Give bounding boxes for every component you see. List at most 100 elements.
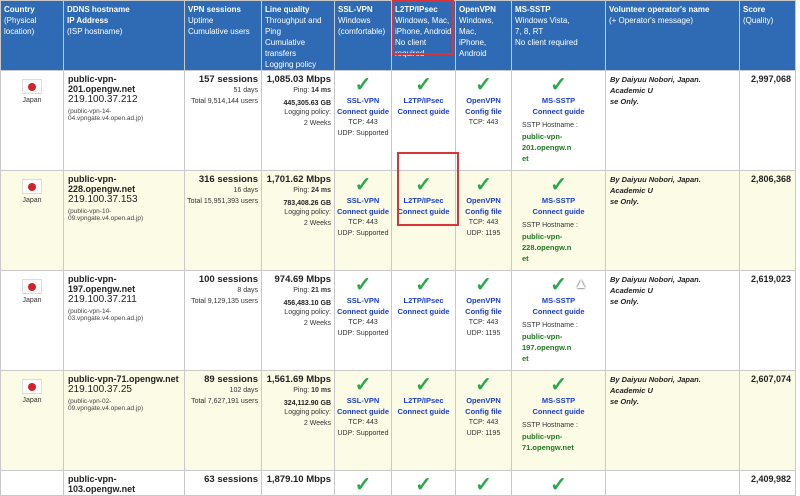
logging-policy-value: 2 Weeks [303, 320, 331, 327]
sslvpn-link[interactable]: SSL-VPN [335, 395, 391, 406]
ip-address: 219.100.37.25 [68, 384, 132, 395]
ping-label: Ping: [293, 87, 310, 94]
mssstp-link[interactable]: MS-SSTP [512, 195, 605, 206]
operator-cell: By Daiyuu Nobori, Japan. Academic Use On… [605, 270, 740, 371]
header-openvpn: OpenVPN Windows, Mac, iPhone, Android [455, 0, 512, 71]
sslvpn-link[interactable]: SSL-VPN [335, 95, 391, 106]
openvpn-config-file-link[interactable]: Config file [456, 406, 511, 417]
score-cell: 2,619,023 [739, 270, 796, 371]
openvpn-tcp-port: TCP: 443 [468, 419, 499, 426]
score-value: 2,997,068 [750, 74, 791, 84]
throughput: 1,879.10 Mbps [266, 474, 331, 485]
operator-cell [605, 470, 740, 496]
japan-flag-icon [22, 179, 42, 194]
mssstp-link[interactable]: MS-SSTP [512, 295, 605, 306]
session-count: 316 sessions [198, 174, 258, 185]
sessions-cell: 316 sessions 16 days Total 15,951,393 user… [184, 170, 262, 271]
mssstp-cell: ✓ MS-SSTP Connect guide SSTP Hostname : publ… [511, 370, 606, 471]
l2tp-cell: ✓ L2TP/IPsec Connect guide [391, 70, 456, 171]
operator-cell: By Daiyuu Nobori, Japan. Academic Use On… [605, 370, 740, 471]
quality-cell: 1,561.69 Mbps Ping: 10 ms 324,112.90 GB Log… [261, 370, 335, 471]
openvpn-link[interactable]: OpenVPN [456, 395, 511, 406]
sstp-hostname-value: public-vpn-201.opengw.n [522, 132, 572, 152]
check-icon: ✓ [415, 274, 432, 296]
l2tp-link[interactable]: L2TP/IPsec [392, 95, 455, 106]
uptime: 102 days [229, 387, 258, 394]
l2tp-link[interactable]: L2TP/IPsec [392, 395, 455, 406]
openvpn-config-file-link[interactable]: Config file [456, 106, 511, 117]
mssstp-connect-guide-link[interactable]: Connect guide [512, 406, 605, 417]
isp-hostname: (public-vpn-14-04.vpngate.v4.open.ad.jp) [68, 108, 144, 122]
score-value: 2,619,023 [750, 274, 791, 284]
mssstp-link[interactable]: MS-SSTP [512, 95, 605, 106]
openvpn-config-file-link[interactable]: Config file [456, 206, 511, 217]
country-name: Japan [22, 297, 42, 304]
uptime: 8 days [237, 287, 258, 294]
openvpn-tcp-port: TCP: 443 [468, 319, 499, 326]
sslvpn-connect-guide-link[interactable]: Connect guide [335, 306, 391, 317]
l2tp-link[interactable]: L2TP/IPsec [392, 295, 455, 306]
openvpn-link[interactable]: OpenVPN [456, 295, 511, 306]
openvpn-link[interactable]: OpenVPN [456, 195, 511, 206]
header-operator: Volunteer operator's name (+ Operator's m… [605, 0, 740, 71]
check-icon: ✓ [550, 374, 567, 396]
ip-address: 219.100.37.211 [68, 294, 137, 305]
check-icon: ✓ [415, 374, 432, 396]
ping-value: 10 ms [311, 387, 331, 394]
sslvpn-link[interactable]: SSL-VPN [335, 295, 391, 306]
sslvpn-cell: ✓ SSL-VPN Connect guide TCP: 443 UDP: Suppor… [334, 70, 392, 171]
ping-value: 14 ms [311, 87, 331, 94]
score-cell: 2,997,068 [739, 70, 796, 171]
score-value: 2,806,368 [750, 174, 791, 184]
mssstp-connect-guide-link[interactable]: Connect guide [512, 206, 605, 217]
ddns-hostname: public-vpn-71.opengw.net [68, 374, 179, 384]
sessions-cell: 100 sessions 8 days Total 9,129,135 users [184, 270, 262, 371]
l2tp-connect-guide-link[interactable]: Connect guide [392, 306, 455, 317]
openvpn-udp-port: UDP: 1195 [466, 230, 501, 237]
l2tp-connect-guide-link[interactable]: Connect guide [392, 206, 455, 217]
country-cell [0, 470, 64, 496]
sessions-cell: 63 sessions [184, 470, 262, 496]
mssstp-connect-guide-link[interactable]: Connect guide [512, 306, 605, 317]
logging-policy-label: Logging policy: [284, 309, 331, 316]
check-icon: ✓ [354, 74, 372, 96]
sslvpn-connect-guide-link[interactable]: Connect guide [335, 206, 391, 217]
sstp-hostname-value: public-vpn-197.opengw.n [522, 332, 572, 352]
openvpn-cell: ✓ OpenVPN Config file TCP: 443 UDP: 1195 [455, 370, 512, 471]
throughput: 974.69 Mbps [274, 274, 332, 285]
header-mssstp: MS-SSTP Windows Vista, 7, 8, RT No client r… [511, 0, 606, 71]
cumulative-users: Total 9,514,144 users [191, 98, 258, 105]
check-icon: ✓ [550, 74, 567, 96]
cumulative-transfer: 445,305.63 GB [283, 100, 331, 107]
openvpn-tcp-port: TCP: 443 [468, 119, 499, 126]
logging-policy-value: 2 Weeks [303, 420, 331, 427]
l2tp-connect-guide-link[interactable]: Connect guide [392, 106, 455, 117]
check-icon: ✓ [475, 174, 492, 196]
l2tp-cell: ✓ [391, 470, 456, 496]
check-icon: ✓ [354, 474, 372, 496]
mssstp-link[interactable]: MS-SSTP [512, 395, 605, 406]
quality-cell: 1,879.10 Mbps [261, 470, 335, 496]
operator-message: By Daiyuu Nobori, Japan. Academic Use On… [610, 175, 701, 206]
l2tp-link[interactable]: L2TP/IPsec [392, 195, 455, 206]
ddns-cell: public-vpn-103.opengw.net [63, 470, 185, 496]
ssl-udp-support: UDP: Supported [337, 330, 389, 337]
sstp-hostname-label: SSTP Hostname : [522, 322, 578, 329]
sslvpn-link[interactable]: SSL-VPN [335, 195, 391, 206]
ping-label: Ping: [293, 187, 310, 194]
score-value: 2,409,982 [750, 474, 791, 484]
cumulative-users: Total 7,627,191 users [191, 398, 258, 405]
sslvpn-connect-guide-link[interactable]: Connect guide [335, 106, 391, 117]
ssl-tcp-port: TCP: 443 [348, 319, 378, 326]
check-icon: ✓ [415, 74, 432, 96]
mssstp-connect-guide-link[interactable]: Connect guide [512, 106, 605, 117]
openvpn-config-file-link[interactable]: Config file [456, 306, 511, 317]
logging-policy-label: Logging policy: [284, 409, 331, 416]
logging-policy-label: Logging policy: [284, 209, 331, 216]
l2tp-connect-guide-link[interactable]: Connect guide [392, 406, 455, 417]
sslvpn-connect-guide-link[interactable]: Connect guide [335, 406, 391, 417]
throughput: 1,701.62 Mbps [266, 174, 331, 185]
country-name: Japan [22, 397, 42, 404]
openvpn-link[interactable]: OpenVPN [456, 95, 511, 106]
check-icon: ✓ [475, 374, 492, 396]
